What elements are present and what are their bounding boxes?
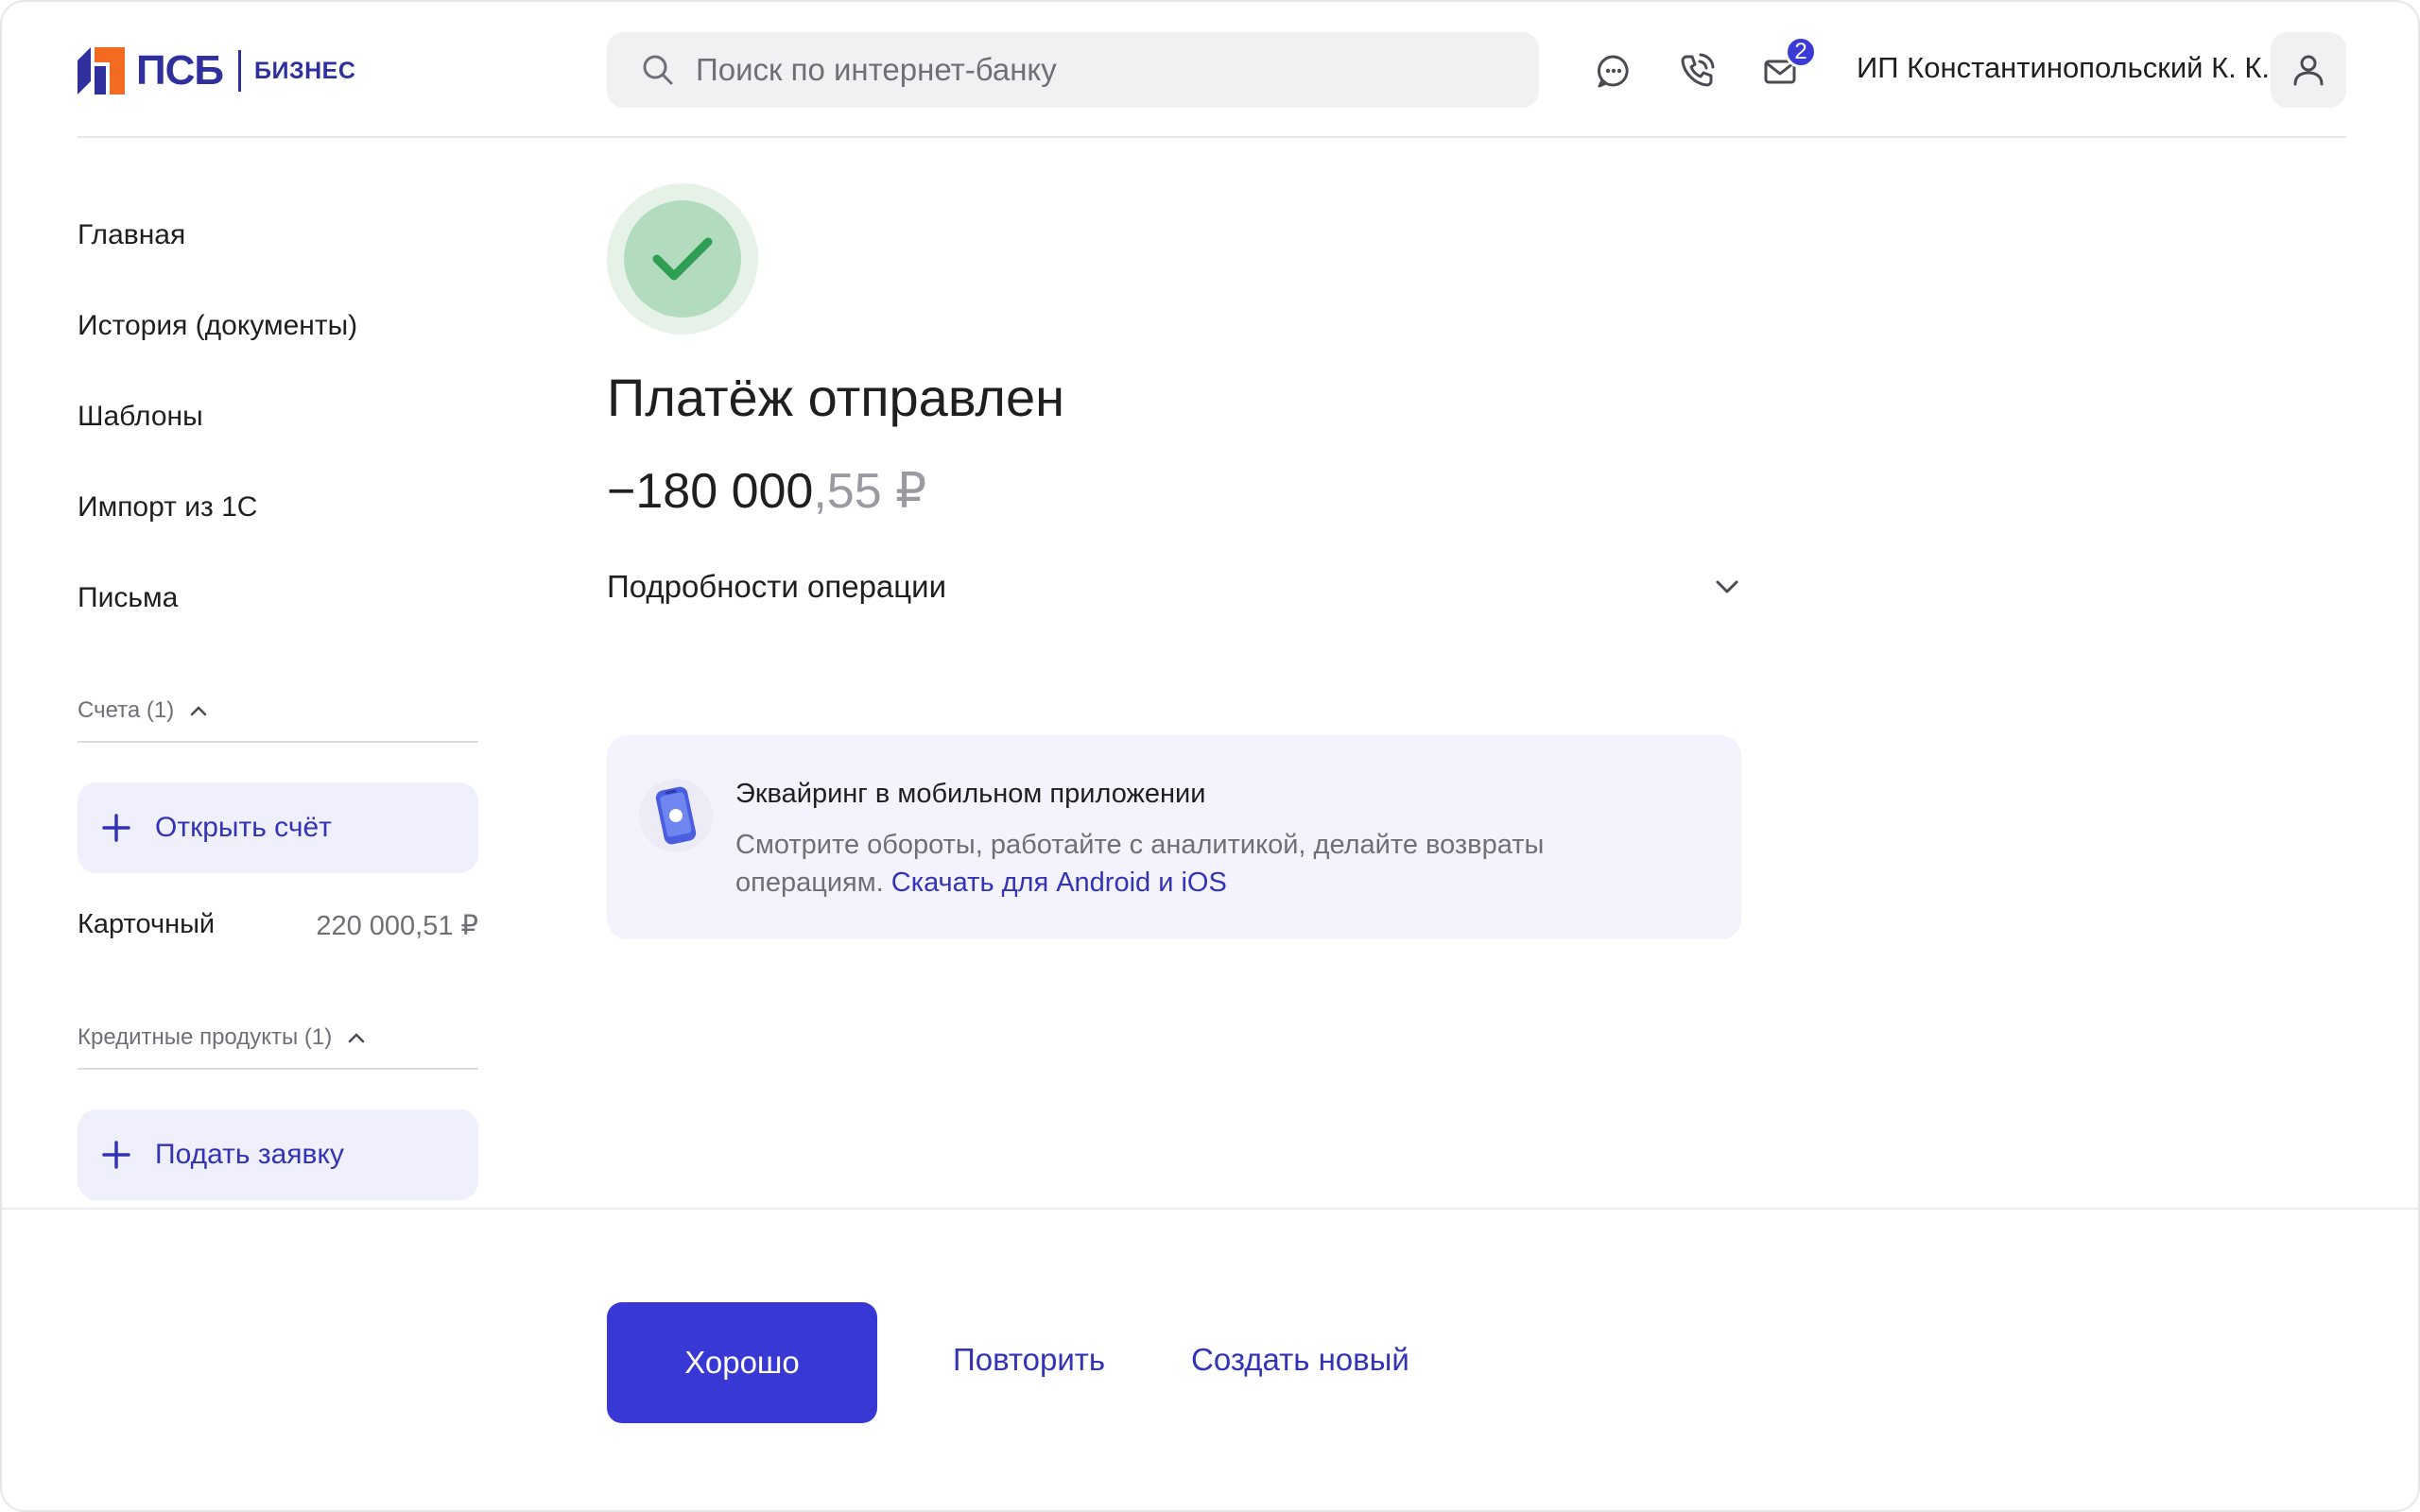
amount-integer: −180 000 [607, 464, 814, 519]
ok-button[interactable]: Хорошо [607, 1302, 877, 1423]
plus-icon [102, 1141, 130, 1169]
operation-details-label: Подробности операции [607, 569, 947, 604]
mail-badge: 2 [1785, 36, 1817, 68]
chat-icon[interactable] [1590, 47, 1637, 94]
credit-header-label: Кредитные продукты (1) [78, 1024, 333, 1050]
accounts-divider [78, 741, 478, 743]
acquiring-promo-card: Эквайринг в мобильном приложении Смотрит… [607, 735, 1741, 939]
psb-logo-mark [78, 47, 125, 94]
sidebar-item-home[interactable]: Главная [78, 219, 185, 251]
avatar[interactable] [2271, 32, 2346, 108]
open-account-label: Открыть счёт [155, 812, 332, 843]
user-name[interactable]: ИП Константинопольский К. К. [1857, 51, 2270, 85]
chevron-down-icon [1716, 580, 1738, 593]
mail-icon[interactable]: 2 [1756, 36, 1817, 94]
open-account-button[interactable]: Открыть счёт [78, 782, 478, 873]
accounts-header-label: Счета (1) [78, 697, 175, 723]
search-bar[interactable] [607, 32, 1539, 108]
sidebar-item-history[interactable]: История (документы) [78, 310, 357, 342]
promo-text: Смотрите обороты, работайте с аналитикой… [735, 826, 1681, 902]
psb-logo[interactable]: ПСБ БИЗНЕС [78, 47, 355, 94]
logo-text: ПСБ [136, 47, 224, 94]
amount-fraction: ,55 ₽ [813, 464, 927, 519]
logo-subtitle: БИЗНЕС [254, 57, 356, 84]
success-badge [607, 183, 758, 335]
sidebar-item-import[interactable]: Импорт из 1С [78, 491, 257, 524]
account-row[interactable]: Карточный 220 000,51 ₽ [78, 909, 478, 942]
apply-button[interactable]: Подать заявку [78, 1109, 478, 1200]
page-title: Платёж отправлен [607, 368, 1065, 427]
chevron-up-icon [349, 1033, 365, 1043]
promo-title: Эквайринг в мобильном приложении [735, 779, 1206, 809]
logo-divider [238, 50, 242, 92]
header-divider [78, 136, 2346, 138]
phone-icon[interactable] [1673, 47, 1720, 94]
app-frame: ПСБ БИЗНЕС 2 ИП Константинопольский К. К… [0, 0, 2420, 1512]
search-input[interactable] [696, 52, 1509, 88]
search-icon [643, 55, 673, 85]
operation-details-toggle[interactable]: Подробности операции [607, 569, 1741, 605]
account-balance: 220 000,51 ₽ [316, 911, 478, 941]
sidebar-item-letters[interactable]: Письма [78, 582, 178, 614]
accounts-section-header[interactable]: Счета (1) [78, 697, 208, 724]
credit-divider [78, 1068, 478, 1070]
phone-app-icon [637, 777, 715, 854]
account-name: Карточный [78, 909, 216, 939]
plus-icon [102, 814, 130, 842]
credit-section-header[interactable]: Кредитные продукты (1) [78, 1024, 366, 1051]
create-new-button[interactable]: Создать новый [1191, 1342, 1409, 1378]
repeat-button[interactable]: Повторить [953, 1342, 1105, 1378]
footer-divider [2, 1208, 2418, 1210]
download-app-link[interactable]: Скачать для Android и iOS [891, 868, 1227, 898]
payment-amount: −180 000,55 ₽ [607, 463, 926, 520]
sidebar-item-templates[interactable]: Шаблоны [78, 401, 203, 433]
chevron-up-icon [190, 706, 207, 716]
user-icon [2293, 55, 2324, 86]
apply-label: Подать заявку [155, 1139, 344, 1170]
checkmark-icon [652, 237, 713, 281]
